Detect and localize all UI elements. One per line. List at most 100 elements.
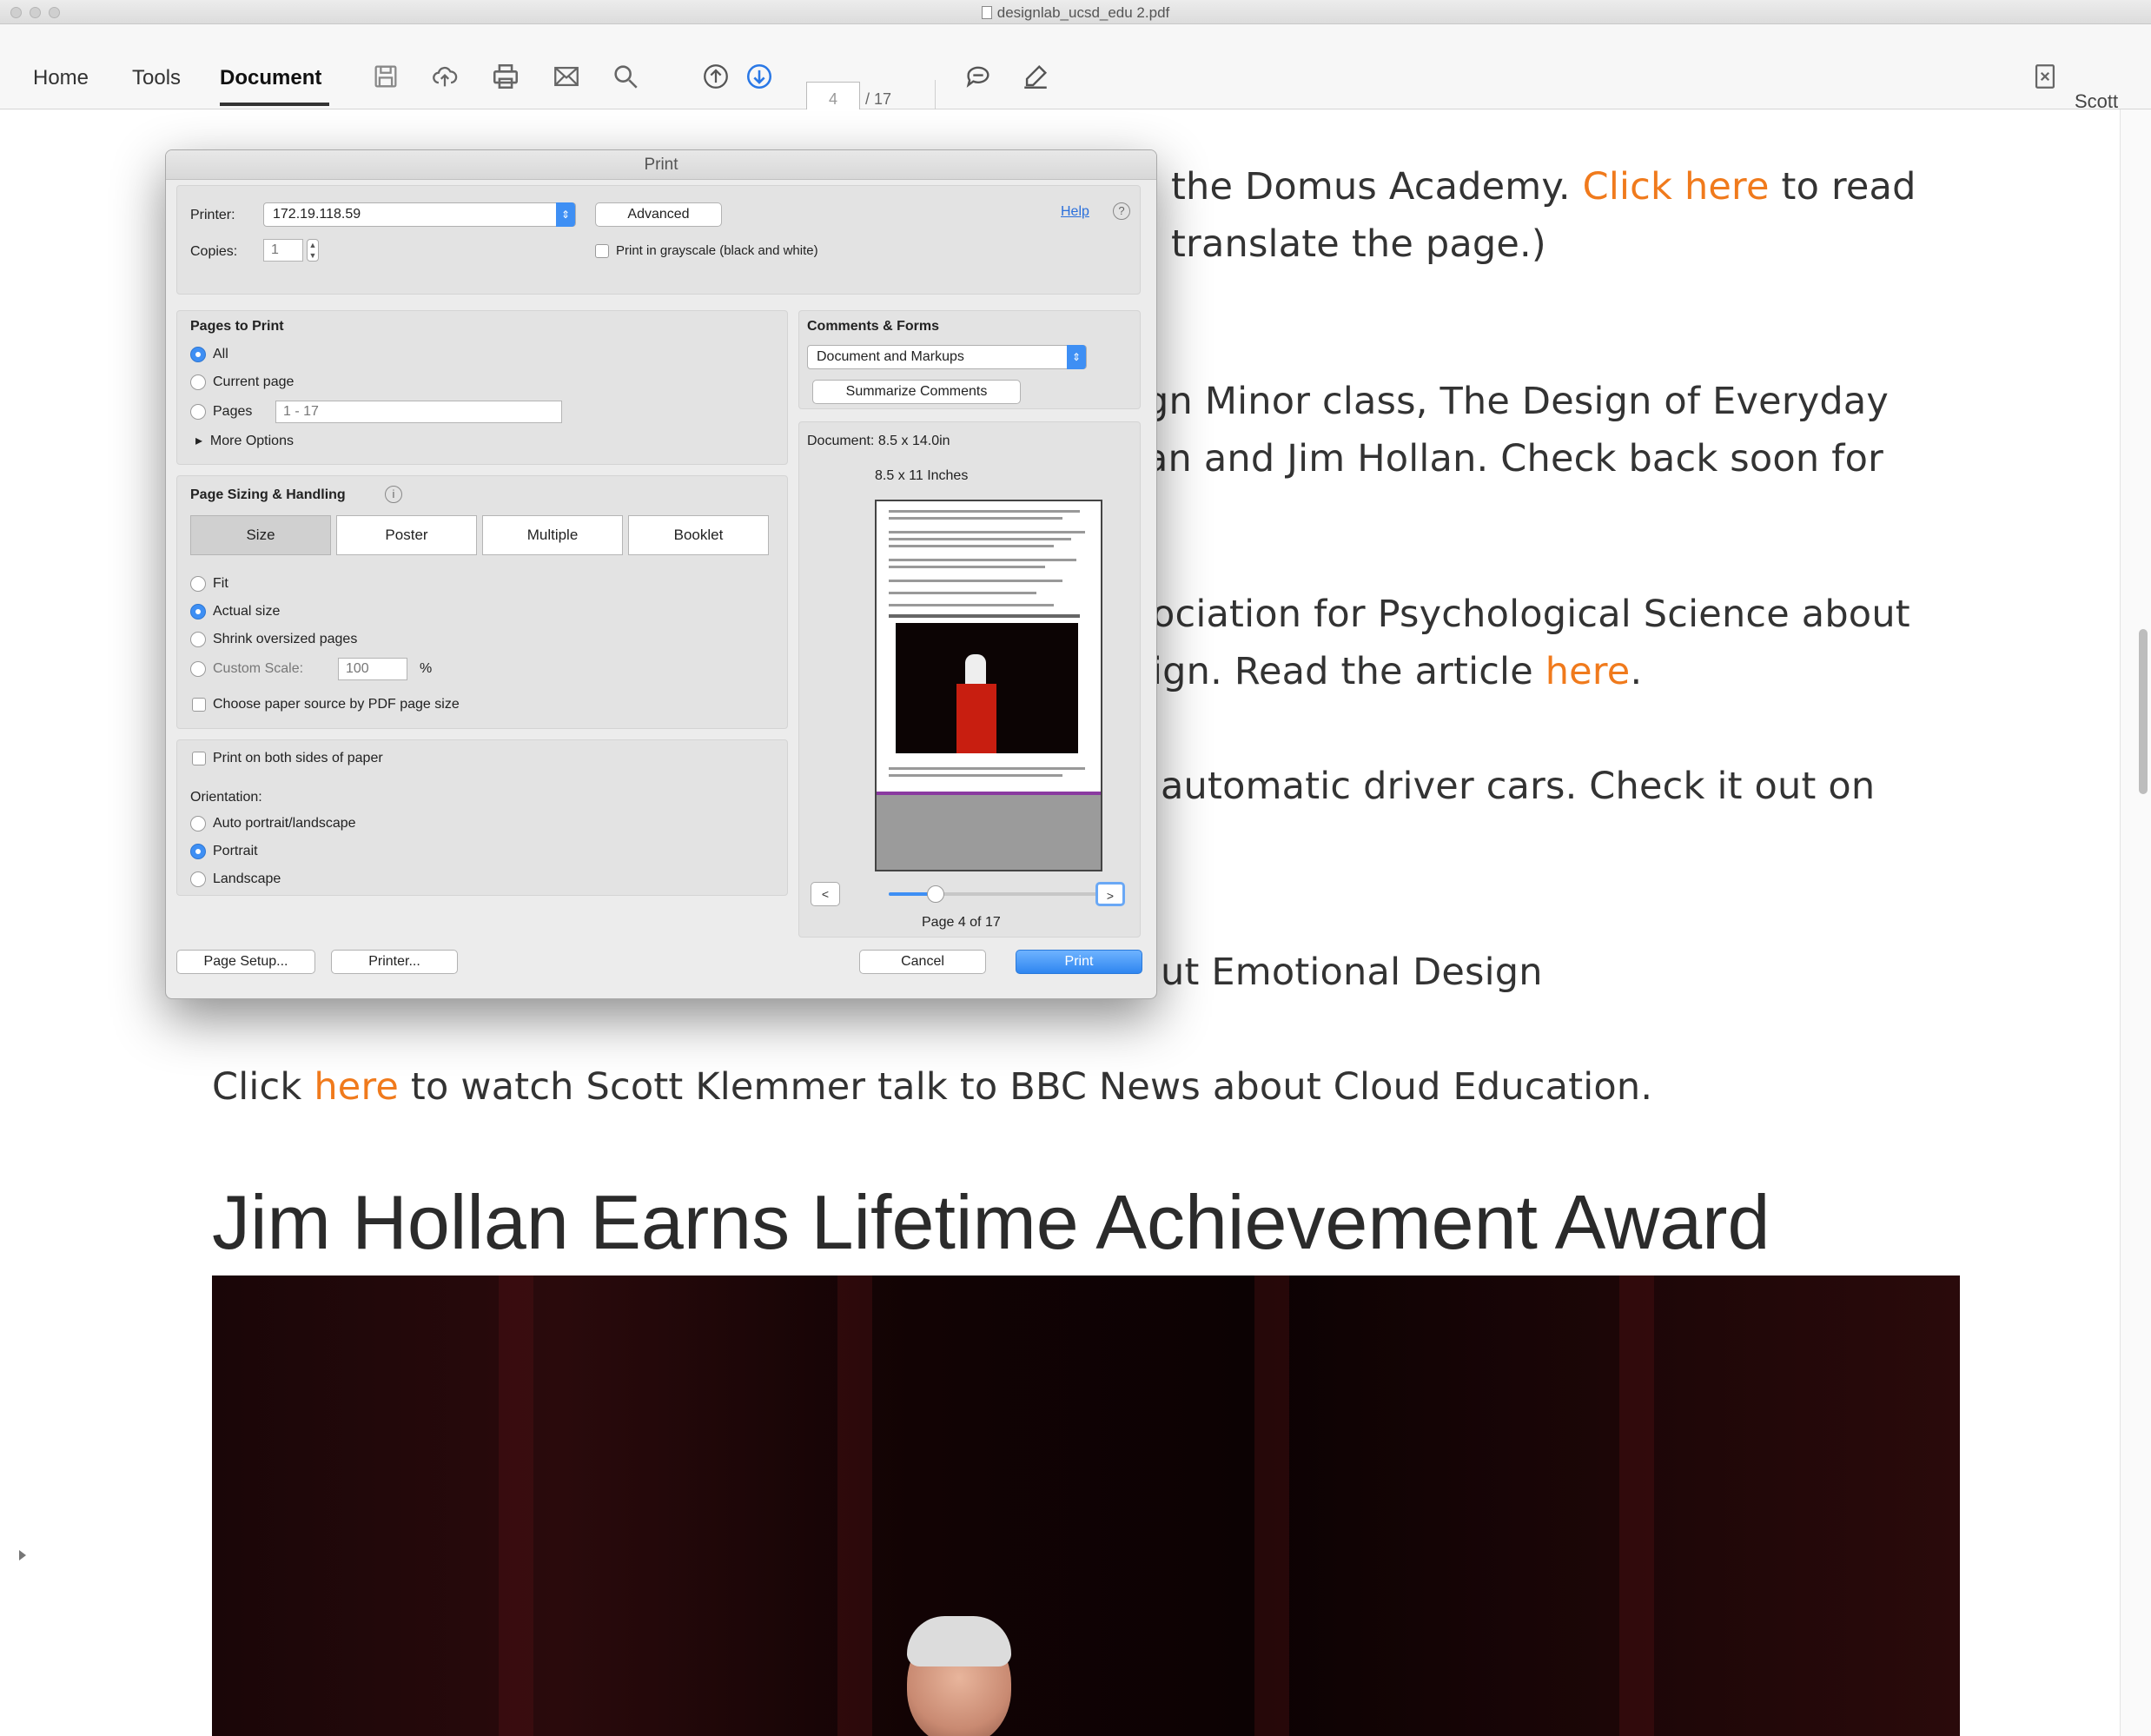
pages-range-label: Pages [213,404,253,419]
size-fit-radio[interactable] [190,576,206,592]
window-titlebar: designlab_ucsd_edu 2.pdf [0,0,2151,24]
tab-home[interactable]: Home [33,66,89,90]
orientation-portrait-radio[interactable] [190,844,206,859]
tab-size[interactable]: Size [190,515,331,555]
save-icon[interactable] [368,59,403,94]
more-options-disclosure[interactable]: ▸ More Options [195,432,294,449]
paper-source-label: Choose paper source by PDF page size [213,697,460,712]
previous-page-icon[interactable] [698,59,733,94]
expand-panel-icon[interactable] [19,1550,26,1560]
help-link[interactable]: Help [1061,204,1089,220]
pages-range-input[interactable]: 1 - 17 [275,401,562,423]
preview-text-line [889,592,1036,594]
size-shrink-radio[interactable] [190,632,206,647]
tab-document[interactable]: Document [220,66,321,90]
paragraph-line: automatic driver cars. Check it out on [1161,765,1875,808]
preview-headline-line [889,614,1080,618]
custom-scale-unit: % [420,661,433,676]
preview-text-line [889,517,1062,520]
summarize-comments-button[interactable]: Summarize Comments [812,380,1021,404]
orientation-auto-radio[interactable] [190,816,206,832]
preview-prev-button[interactable]: < [811,882,840,906]
size-actual-radio[interactable] [190,604,206,620]
copies-input[interactable]: 1 [263,239,303,262]
comments-value: Document and Markups [817,349,964,364]
advanced-button[interactable]: Advanced [595,202,722,227]
curtain-fold [837,1275,872,1736]
account-icon[interactable] [2028,59,2062,94]
print-button[interactable]: Print [1016,950,1142,974]
paragraph-line: Click here to watch Scott Klemmer talk t… [212,1065,1652,1109]
orientation-landscape-radio[interactable] [190,871,206,887]
paragraph-line: ut Emotional Design [1161,951,1543,994]
comments-heading: Comments & Forms [807,319,940,334]
curtain-fold [1254,1275,1289,1736]
tab-multiple[interactable]: Multiple [482,515,623,555]
paragraph-text: translate the page.) [1171,222,1546,266]
size-custom-label: Custom Scale: [213,661,304,676]
highlight-pen-icon[interactable] [1018,59,1053,94]
pages-all-radio[interactable] [190,347,206,362]
pdf-document-icon [981,6,992,19]
award-photo [212,1275,1960,1736]
paragraph-text: ociation for Psychological Science about [1152,593,1910,636]
preview-text-line [889,580,1062,582]
size-custom-radio[interactable] [190,661,206,677]
both-sides-checkbox[interactable] [192,752,206,765]
custom-scale-input[interactable]: 100 [338,658,407,680]
help-icon[interactable]: ? [1113,202,1130,220]
bbc-video-here-link[interactable]: here [314,1065,399,1109]
article-headline: Jim Hollan Earns Lifetime Achievement Aw… [212,1179,1770,1265]
click-here-link[interactable]: Click here [1583,165,1770,209]
email-icon[interactable] [549,59,584,94]
search-icon[interactable] [608,59,643,94]
paper-source-checkbox[interactable] [192,698,206,712]
size-fit-label: Fit [213,576,228,591]
paragraph-text: ign. Read the article [1152,650,1545,693]
comment-icon[interactable] [961,59,996,94]
chevron-updown-icon: ⇕ [1067,345,1086,369]
tab-poster[interactable]: Poster [336,515,477,555]
cancel-button[interactable]: Cancel [859,950,986,974]
cloud-upload-icon[interactable] [427,59,462,94]
article-here-link[interactable]: here [1545,650,1631,693]
vertical-scrollbar[interactable] [2120,109,2151,1736]
paragraph-line: translate the page.) [1171,222,1546,266]
paragraph-line: the Domus Academy. Click here to read [1171,165,1916,209]
printer-select[interactable]: 172.19.118.59 ⇕ [263,202,576,227]
paragraph-text: automatic driver cars. Check it out on [1161,765,1876,808]
copies-label: Copies: [190,244,238,259]
paragraph-text: Click [212,1065,314,1109]
preview-text-line [889,538,1071,540]
paragraph-line: gn Minor class, The Design of Everyday [1145,380,1889,423]
preview-text-line [889,531,1085,533]
pages-current-radio[interactable] [190,374,206,390]
printer-label: Printer: [190,208,235,222]
curtain-fold [1619,1275,1654,1736]
preview-next-button[interactable]: > [1095,882,1125,906]
preview-page-indicator: Page 4 of 17 [922,915,1001,930]
grayscale-checkbox[interactable] [595,244,609,258]
active-tab-indicator [220,103,329,106]
paragraph-text: gn Minor class, The Design of Everyday [1145,380,1890,423]
copies-stepper[interactable]: ▲ ▼ [307,239,319,262]
print-dialog-title: Print [166,150,1156,180]
preview-slider-knob[interactable] [927,885,944,903]
tab-tools[interactable]: Tools [132,66,181,90]
print-dialog: Print Printer: 172.19.118.59 ⇕ Advanced H… [165,149,1157,999]
paragraph-line: ign. Read the article here. [1152,650,1642,693]
next-page-icon[interactable] [742,59,777,94]
chevron-updown-icon: ⇕ [556,202,575,227]
print-icon[interactable] [488,59,523,94]
pages-range-radio[interactable] [190,404,206,420]
info-icon[interactable]: i [385,486,402,503]
tab-booklet[interactable]: Booklet [628,515,769,555]
scrollbar-thumb[interactable] [2139,629,2148,794]
page-setup-button[interactable]: Page Setup... [176,950,315,974]
paragraph-line: ociation for Psychological Science about [1152,593,1910,636]
comments-select[interactable]: Document and Markups ⇕ [807,345,1087,369]
sizing-heading: Page Sizing & Handling [190,487,346,502]
printer-button[interactable]: Printer... [331,950,458,974]
paragraph-text: ut Emotional Design [1161,951,1543,994]
print-preview-page [875,500,1102,871]
